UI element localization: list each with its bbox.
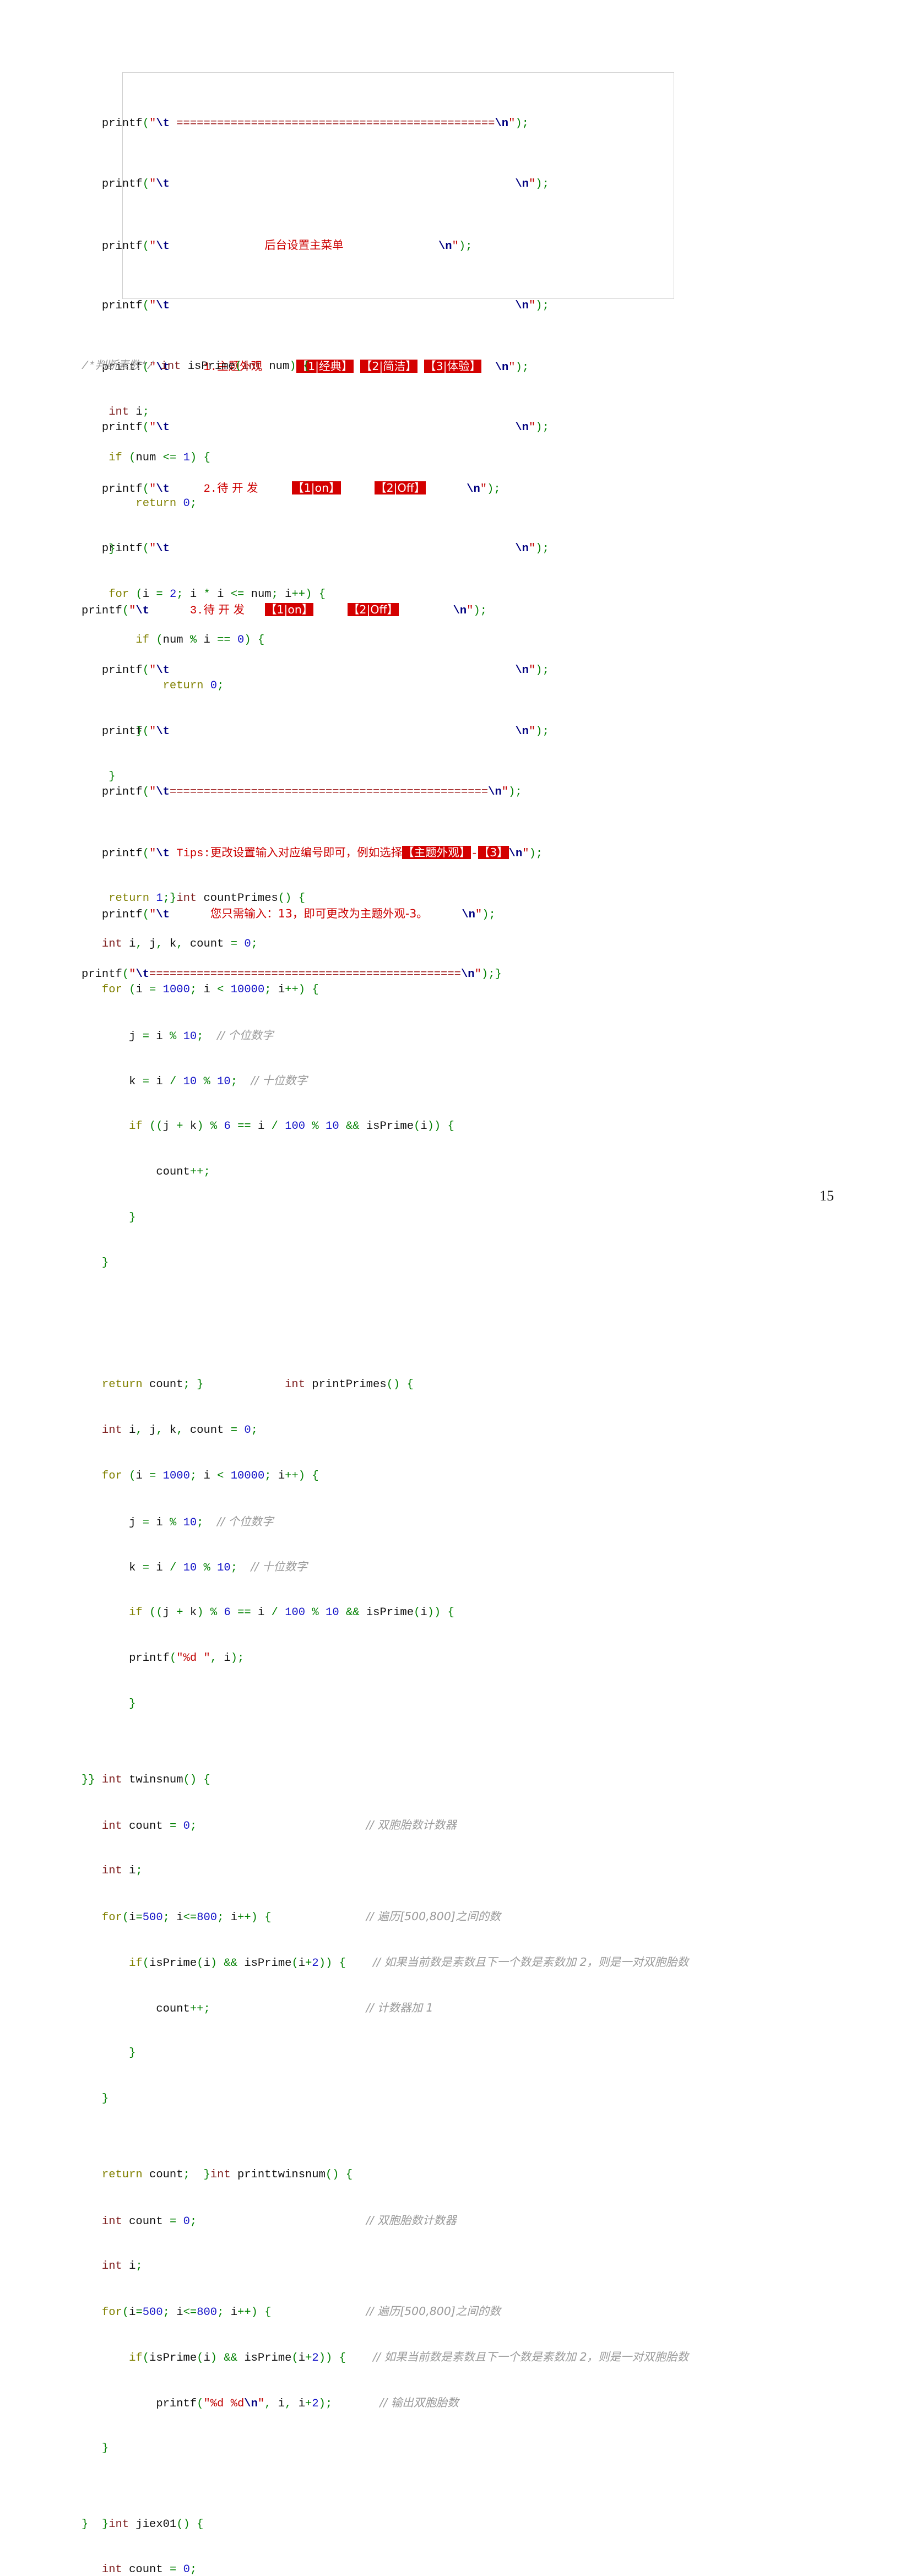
- code-line: if (num <= 1) {: [109, 451, 210, 464]
- code-line: printf("%d %d\n", i, i+2); // 输出双胞胎数: [82, 2395, 459, 2410]
- code-line: }: [101, 2442, 109, 2455]
- comment-twin-rule: // 如果当前数是素数且下一个数是素数加 2，则是一对双胞胎数: [373, 1955, 689, 1969]
- comment-twin-counter: // 双胞胎数计数器: [366, 2213, 457, 2227]
- code-line: if ((j + k) % 6 == i / 100 % 10 && isPri…: [129, 1606, 454, 1619]
- code-line: return 0;: [162, 679, 224, 692]
- code-line: for (i = 1000; i < 10000; i++) {: [101, 1469, 319, 1482]
- code-line-countprimes-sig: return 1;}int countPrimes() {: [109, 892, 306, 905]
- code-line: k = i / 10 % 10; // 十位数字: [82, 1560, 307, 1575]
- comment-output-twin: // 输出双胞胎数: [379, 2395, 459, 2409]
- source-code-body: /*判断素数*/ int isPrime(int num) { int i; i…: [82, 298, 831, 2576]
- code-line: int i;: [101, 2259, 143, 2273]
- code-line: int count = 0;: [101, 2563, 197, 2576]
- comment-range: // 遍历[500,800]之间的数: [366, 1909, 501, 1923]
- code-line: for(i=500; i<=800; i++) { // 遍历[500,800]…: [101, 1909, 501, 1924]
- code-line: }: [101, 2093, 109, 2106]
- code-line-printtwinsnum-sig: return count; }int printtwinsnum() {: [101, 2169, 353, 2182]
- code-line: }: [129, 1211, 136, 1224]
- code-line: if(isPrime(i) && isPrime(i+2)) { // 如果当前…: [129, 1955, 689, 1970]
- code-line: for(i=500; i<=800; i++) { // 遍历[500,800]…: [101, 2305, 501, 2319]
- code-line: if (num % i == 0) {: [135, 634, 265, 647]
- code-line: printf("\t =============================…: [82, 117, 529, 130]
- code-line-isprime-sig: /*判断素数*/ int isPrime(int num) {: [82, 360, 310, 373]
- code-line: return 0;: [135, 497, 197, 510]
- comment-ones-digit: // 个位数字: [217, 1514, 274, 1528]
- code-line: }: [109, 542, 116, 556]
- code-line: if(isPrime(i) && isPrime(i+2)) { // 如果当前…: [129, 2350, 689, 2365]
- code-line: }: [101, 1257, 109, 1270]
- code-line: if ((j + k) % 6 == i / 100 % 10 && isPri…: [129, 1120, 454, 1133]
- code-line: }: [129, 2047, 136, 2060]
- code-line: }: [135, 725, 143, 738]
- comment-tens-digit: // 十位数字: [251, 1560, 307, 1574]
- code-line-jiex01-sig: } }int jiex01() {: [82, 2518, 204, 2531]
- code-line-twinsnum-sig: }} int twinsnum() {: [82, 1773, 210, 1786]
- code-line: for (i = 1000; i < 10000; i++) {: [101, 983, 319, 996]
- comment-twin-rule: // 如果当前数是素数且下一个数是素数加 2，则是一对双胞胎数: [373, 2350, 689, 2364]
- code-line: count++;: [82, 1165, 210, 1178]
- comment-increment: // 计数器加 1: [366, 2001, 433, 2014]
- code-line: int i, j, k, count = 0;: [101, 1423, 258, 1437]
- code-line: j = i % 10; // 个位数字: [82, 1028, 274, 1043]
- code-line: count++; // 计数器加 1: [82, 2001, 433, 2015]
- code-line: k = i / 10 % 10; // 十位数字: [82, 1074, 307, 1089]
- code-line: int count = 0; // 双胞胎数计数器: [101, 1818, 457, 1833]
- code-line: }: [109, 770, 116, 784]
- comment-twin-counter: // 双胞胎数计数器: [366, 1818, 457, 1832]
- code-line: int i, j, k, count = 0;: [101, 937, 258, 950]
- menu-title: 后台设置主菜单: [264, 238, 344, 252]
- code-line: int i;: [109, 406, 150, 419]
- comment-ones-digit: // 个位数字: [217, 1028, 274, 1042]
- code-line: j = i % 10; // 个位数字: [82, 1514, 274, 1529]
- comment-tens-digit: // 十位数字: [251, 1074, 307, 1088]
- code-line: printf("\t 后台设置主菜单 \n");: [82, 238, 473, 253]
- code-line: printf("\t \n");: [82, 178, 549, 191]
- page-number: 15: [820, 1188, 834, 1204]
- code-line: printf("%d ", i);: [82, 1651, 245, 1665]
- document-page: printf("\t =============================…: [0, 0, 911, 2576]
- comment-isprime: /*判断素数*/: [82, 360, 154, 373]
- code-line: int i;: [101, 1865, 143, 1878]
- code-line: int count = 0; // 双胞胎数计数器: [101, 2213, 457, 2228]
- code-line: for (i = 2; i * i <= num; i++) {: [109, 588, 326, 601]
- code-line-printprimes-sig: return count; } int printPrimes() {: [101, 1378, 414, 1392]
- code-line: }: [129, 1697, 136, 1710]
- comment-range: // 遍历[500,800]之间的数: [366, 2305, 501, 2318]
